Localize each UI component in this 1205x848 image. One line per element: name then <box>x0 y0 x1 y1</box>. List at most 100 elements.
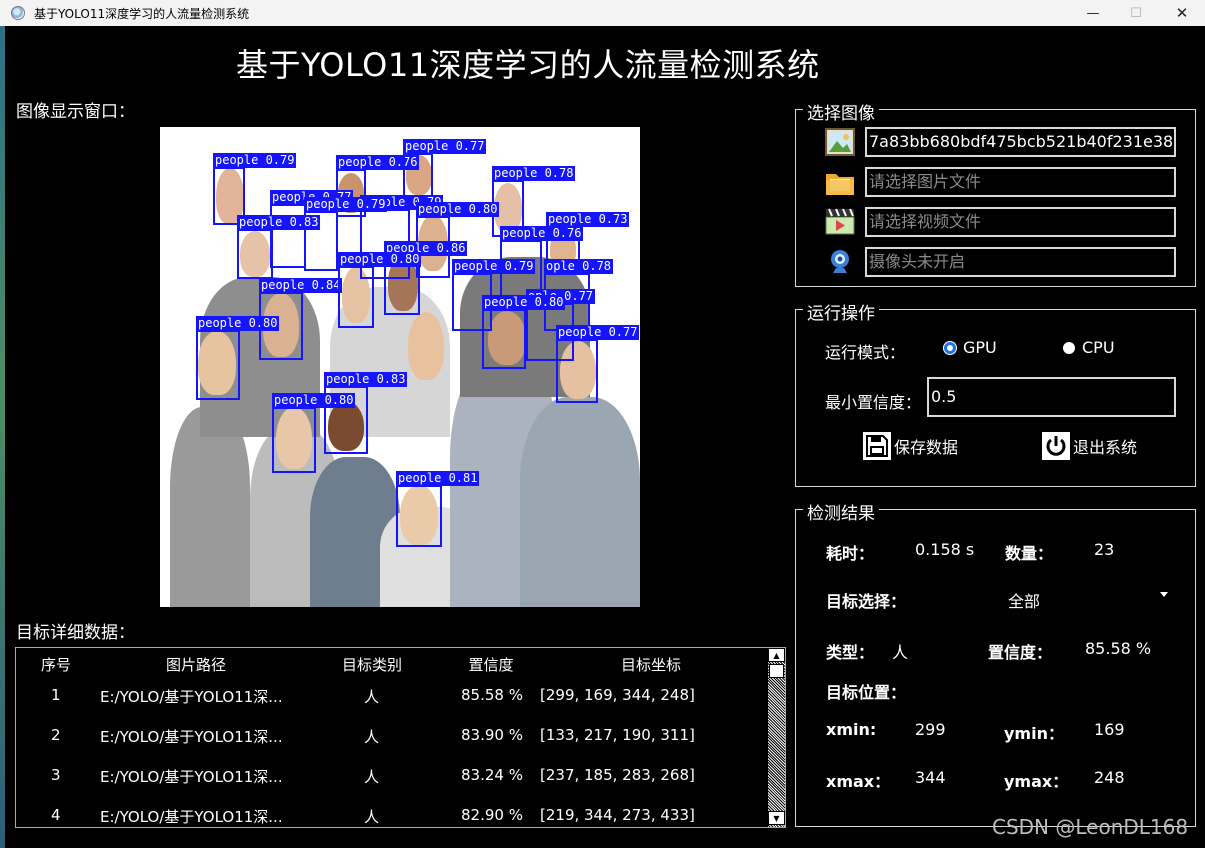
detection-label: people 0.77 <box>556 325 640 340</box>
type-value: 人 <box>892 643 909 662</box>
window-title: 基于YOLO11深度学习的人流量检测系统 <box>34 6 250 21</box>
detection-box: people 0.80 <box>338 252 422 328</box>
cell-confidence: 85.58 % <box>461 686 523 704</box>
cpu-radio[interactable]: CPU <box>1063 338 1115 357</box>
detection-table[interactable]: 序号 图片路径 目标类别 置信度 目标坐标 1 E:/YOLO/基于YOLO11… <box>15 647 786 828</box>
app-icon <box>11 6 25 20</box>
table-row[interactable]: 3 E:/YOLO/基于YOLO11深... 人 83.24 % [237, 1… <box>16 760 768 800</box>
folder-icon[interactable] <box>825 168 855 196</box>
ymin-label: ymin： <box>1004 724 1064 743</box>
detection-label: people 0.73 <box>546 212 630 227</box>
detection-box: people 0.77 <box>403 139 487 199</box>
save-icon <box>863 432 891 460</box>
detection-box: people 0.80 <box>196 316 280 400</box>
gpu-radio[interactable]: GPU <box>944 338 997 357</box>
cell-confidence: 83.90 % <box>461 726 523 744</box>
chevron-down-icon[interactable] <box>1160 592 1168 597</box>
detection-label: people 0.80 <box>196 316 280 331</box>
image-file-icon[interactable] <box>825 128 855 156</box>
cell-class: 人 <box>364 728 380 746</box>
table-row[interactable]: 2 E:/YOLO/基于YOLO11深... 人 83.90 % [133, 2… <box>16 720 768 760</box>
cell-path: E:/YOLO/基于YOLO11深... <box>100 808 283 826</box>
gpu-radio-label: GPU <box>963 338 997 357</box>
detection-label: ople 0.78 <box>544 259 614 274</box>
person-body <box>520 397 640 607</box>
detection-box: people 0.77 <box>556 325 640 403</box>
window-title-bar: 基于YOLO11深度学习的人流量检测系统 — ☐ ✕ <box>0 0 1205 26</box>
target-select-label: 目标选择： <box>826 592 907 611</box>
cell-index: 2 <box>51 726 61 744</box>
exit-system-button[interactable]: 退出系统 <box>1041 431 1137 461</box>
camera-field[interactable]: 摄像头未开启 <box>865 247 1176 277</box>
cell-class: 人 <box>364 768 380 786</box>
table-label: 目标详细数据： <box>16 623 135 643</box>
cpu-radio-label: CPU <box>1082 338 1115 357</box>
scroll-down-icon[interactable]: ▼ <box>768 811 785 825</box>
detection-label: people 0.78 <box>492 166 576 181</box>
detection-label: people 0.76 <box>500 226 584 241</box>
image-folder-field[interactable]: 请选择图片文件 <box>865 167 1176 197</box>
count-label: 数量： <box>1005 544 1054 563</box>
image-path-field[interactable]: 7a83bb680bdf475bcb521b40f231e38.jpg <box>865 127 1176 157</box>
cell-index: 3 <box>51 766 61 784</box>
person-body <box>170 407 250 607</box>
xmax-label: xmax： <box>826 772 891 791</box>
minimize-button[interactable]: — <box>1070 0 1116 26</box>
xmin-label: xmin: <box>826 720 877 739</box>
header-index[interactable]: 序号 <box>40 654 72 675</box>
run-operation-title: 运行操作 <box>803 299 879 324</box>
type-label: 类型： <box>826 643 875 662</box>
detection-label: people 0.83 <box>324 372 408 387</box>
save-data-button[interactable]: 保存数据 <box>862 431 958 461</box>
confidence-value: 85.58 % <box>1085 639 1152 658</box>
scroll-thumb[interactable] <box>769 664 784 678</box>
detection-box: people 0.83 <box>237 215 321 279</box>
target-select-combobox[interactable]: 全部 <box>915 584 1177 611</box>
detection-result-title: 检测结果 <box>803 499 879 524</box>
target-position-label: 目标位置： <box>826 683 907 702</box>
table-row[interactable]: 1 E:/YOLO/基于YOLO11深... 人 85.58 % [299, 1… <box>16 680 768 720</box>
xmax-value: 344 <box>915 768 946 787</box>
cell-coords: [237, 185, 283, 268] <box>540 766 695 784</box>
table-header: 序号 图片路径 目标类别 置信度 目标坐标 <box>16 648 768 678</box>
save-data-label: 保存数据 <box>894 438 959 457</box>
exit-system-label: 退出系统 <box>1073 438 1138 457</box>
scroll-up-icon[interactable]: ▲ <box>768 648 785 662</box>
table-row[interactable]: 4 E:/YOLO/基于YOLO11深... 人 82.90 % [219, 3… <box>16 800 768 828</box>
header-path[interactable]: 图片路径 <box>146 654 246 675</box>
detection-box: people 0.77 <box>270 190 354 268</box>
radio-checked-icon <box>944 341 956 354</box>
cell-class: 人 <box>364 688 380 706</box>
target-select-value: 全部 <box>1008 592 1041 611</box>
detection-label: people 0.79 <box>213 153 297 168</box>
ymax-label: ymax： <box>1004 772 1069 791</box>
webcam-icon[interactable] <box>825 248 855 276</box>
video-file-field[interactable]: 请选择视频文件 <box>865 207 1176 237</box>
cell-path: E:/YOLO/基于YOLO11深... <box>100 728 283 746</box>
maximize-button[interactable]: ☐ <box>1113 0 1159 26</box>
min-confidence-input[interactable]: 0.5 <box>927 377 1176 417</box>
detection-label: people 0.79 <box>304 197 388 212</box>
min-confidence-label: 最小置信度： <box>825 393 922 412</box>
header-confidence[interactable]: 置信度 <box>456 654 526 675</box>
cell-coords: [133, 217, 190, 311] <box>540 726 695 744</box>
app-title: 基于YOLO11深度学习的人流量检测系统 <box>236 46 820 84</box>
detection-label: people 0.77 <box>403 139 487 154</box>
detection-label: people 0.80 <box>416 202 500 217</box>
ymin-value: 169 <box>1094 720 1125 739</box>
detection-label: people 0.83 <box>237 215 321 230</box>
cell-path: E:/YOLO/基于YOLO11深... <box>100 768 283 786</box>
cell-index: 4 <box>51 806 61 824</box>
video-icon[interactable] <box>825 207 855 235</box>
cell-coords: [299, 169, 344, 248] <box>540 686 695 704</box>
image-display: people 0.79 people 0.76 people 0.77 peop… <box>160 127 640 607</box>
cell-confidence: 82.90 % <box>461 806 523 824</box>
power-icon <box>1042 432 1070 460</box>
header-class[interactable]: 目标类别 <box>334 654 410 675</box>
header-coords[interactable]: 目标坐标 <box>606 654 696 675</box>
detection-label: people 0.80 <box>482 295 566 310</box>
close-button[interactable]: ✕ <box>1159 0 1205 26</box>
time-label: 耗时： <box>826 544 875 563</box>
detection-box: people 0.80 <box>272 393 356 473</box>
table-scrollbar[interactable]: ▲ ▼ <box>768 648 785 827</box>
